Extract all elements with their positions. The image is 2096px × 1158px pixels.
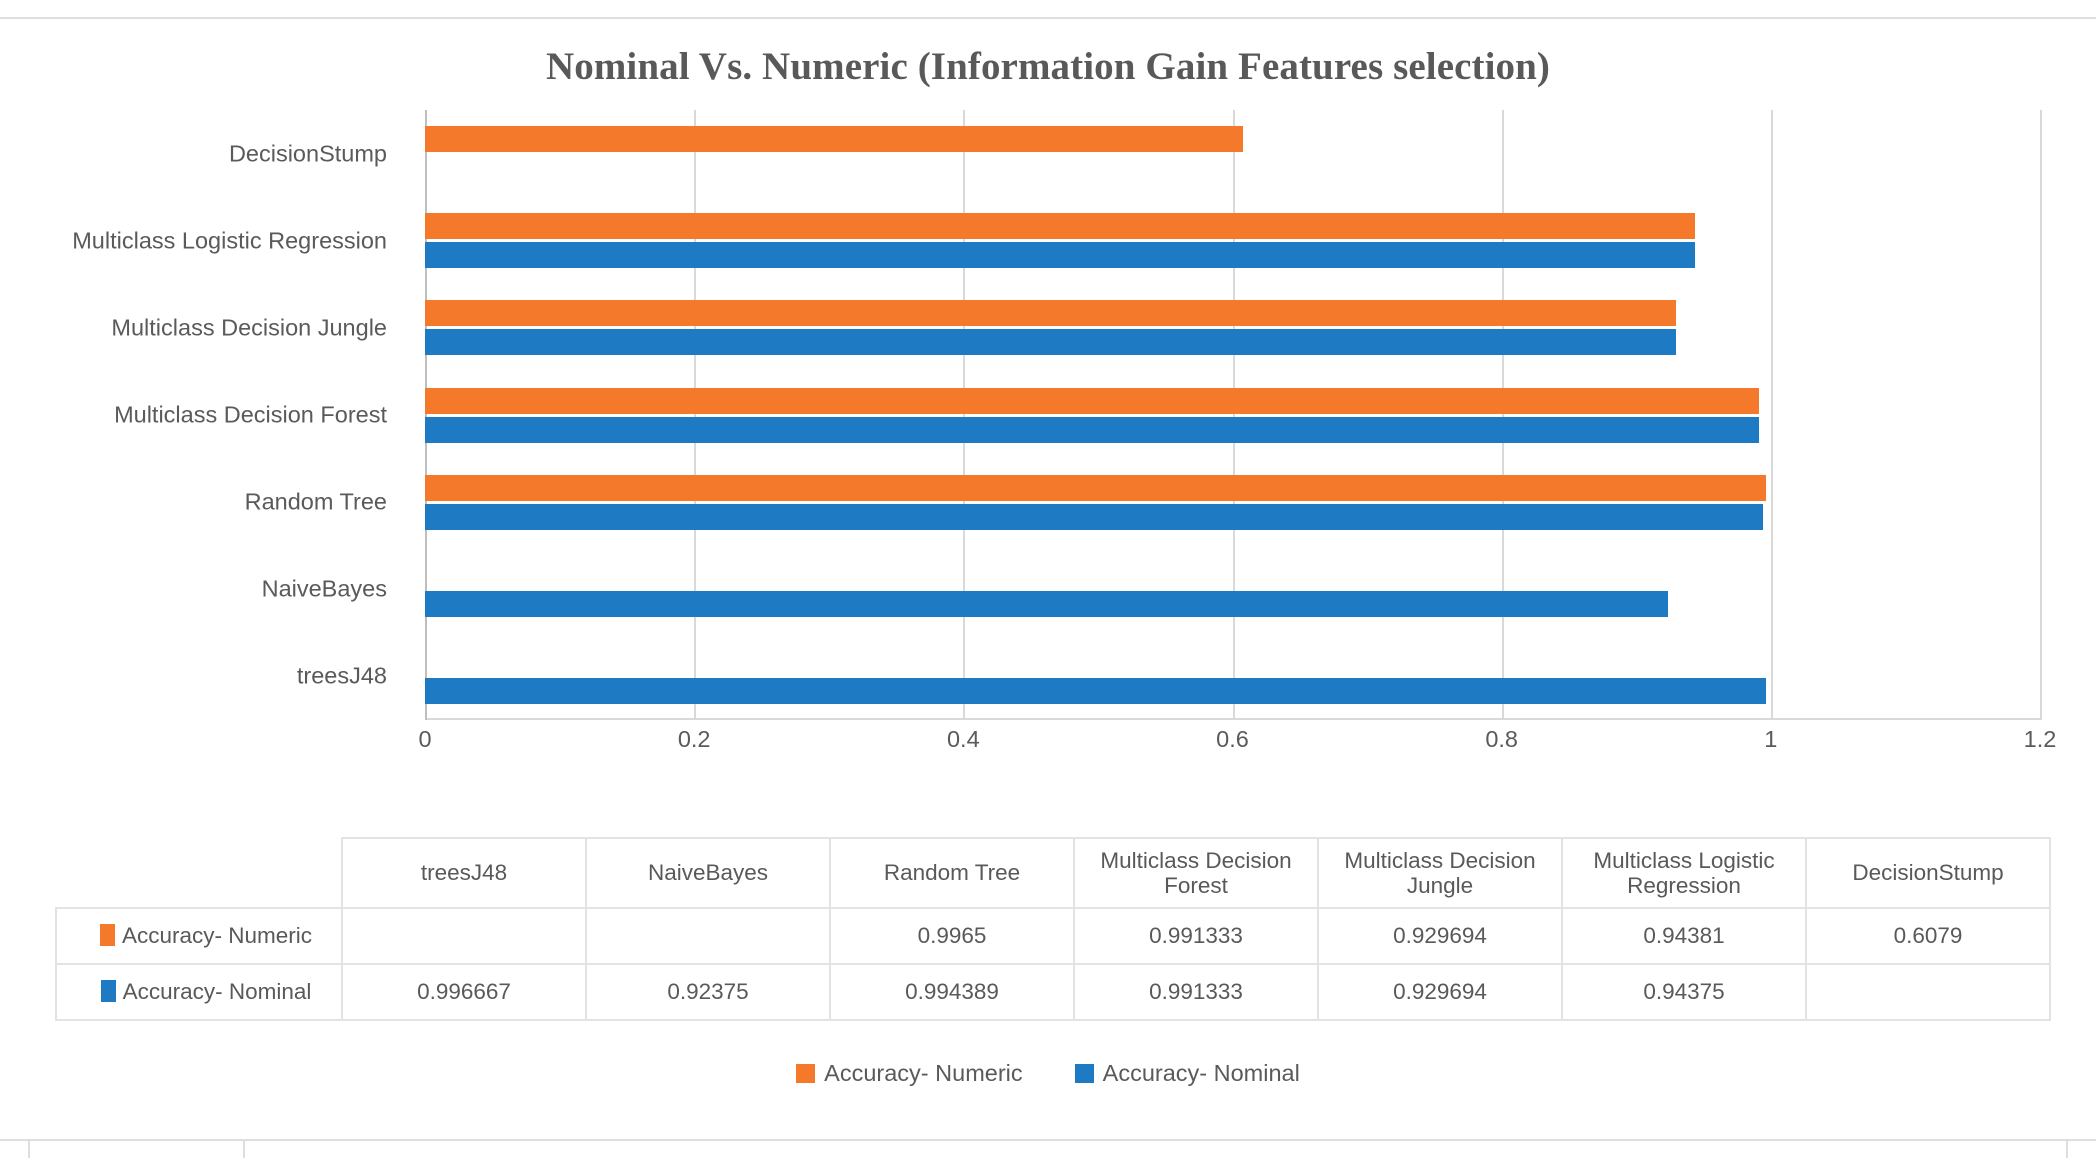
legend-label: Accuracy- Nominal [1102,1060,1300,1086]
table-cell-r0-c0 [341,907,587,965]
table-row: Accuracy- Numeric 0.9965 0.991333 0.929694 0… [55,907,2051,965]
gridline [963,110,966,720]
bar-nominal-1[interactable] [425,590,1669,617]
data-table: treesJ48 NaiveBayes Random Tree Multiclass … [55,837,2051,1021]
table-cell-r0-c5: 0.94381 [1561,907,1807,965]
bar-numeric-4[interactable] [425,300,1677,327]
category-label-4: Multiclass Decision Jungle [111,314,387,341]
gridline [694,110,697,720]
data-table-wrapper: treesJ48 NaiveBayes Random Tree Multiclass … [55,837,2051,1021]
x-tick-label-4: 0.8 [1485,726,1518,752]
table-column-header-1: NaiveBayes [585,837,831,909]
table-corner-cell [56,838,342,908]
value-axis-line [425,110,427,720]
x-tick-label-5: 1 [1764,726,1778,752]
table-row-header-1: Accuracy- Nominal [55,963,343,1021]
table-column-header-0: treesJ48 [341,837,587,909]
plot-area [425,110,2042,720]
value-axis-labels: 0 0.2 0.4 0.6 0.8 1 1.2 [418,726,2056,766]
bar-numeric-2[interactable] [425,474,1767,501]
table-row-label: Accuracy- Numeric [121,923,313,949]
legend-item-0[interactable]: Accuracy- Numeric [796,1060,1023,1087]
table-row: Accuracy- Nominal 0.996667 0.92375 0.994389… [55,963,2051,1021]
category-label-2: Random Tree [244,488,387,515]
x-tick-label-3: 0.6 [1216,726,1249,752]
table-cell-r0-c1 [585,907,831,965]
table-column-header-6: DecisionStump [1805,837,2051,909]
category-label-3: Multiclass Decision Forest [114,401,387,428]
x-tick-label-0: 0 [418,726,432,752]
table-cell-r1-c3: 0.991333 [1073,963,1319,1021]
x-tick-label-6: 1.2 [2023,726,2057,752]
table-column-header-2: Random Tree [829,837,1075,909]
table-cell-r1-c5: 0.94375 [1561,963,1807,1021]
bar-numeric-5[interactable] [425,213,1696,240]
table-column-header-5: Multiclass Logistic Regression [1561,837,1807,909]
table-cell-r0-c4: 0.929694 [1317,907,1563,965]
table-row-header-0: Accuracy- Numeric [55,907,343,965]
table-column-header-4: Multiclass Decision Jungle [1317,837,1563,909]
bar-nominal-3[interactable] [425,416,1760,443]
table-cell-r1-c4: 0.929694 [1317,963,1563,1021]
category-label-5: Multiclass Logistic Regression [72,227,387,254]
gridline [1501,110,1504,720]
bottom-tick-2 [243,1141,245,1158]
x-tick-label-2: 0.4 [946,726,980,752]
table-cell-r0-c2: 0.9965 [829,907,1075,965]
table-column-header-3: Multiclass Decision Forest [1073,837,1319,909]
chart-plot-wrapper: treesJ48 NaiveBayes Random Tree Multiclass … [0,110,2096,810]
category-axis-labels: treesJ48 NaiveBayes Random Tree Multiclass … [0,110,405,720]
bottom-tick-3 [2066,1141,2068,1158]
table-cell-r1-c0: 0.996667 [341,963,587,1021]
gridline [1232,110,1235,720]
chart-legend: Accuracy- Numeric Accuracy- Nominal [0,1060,2096,1087]
table-cell-r1-c6 [1805,963,2051,1021]
table-row-label: Accuracy- Nominal [122,979,312,1005]
bottom-tick-1 [28,1141,30,1158]
bar-nominal-2[interactable] [425,503,1764,530]
table-cell-r1-c2: 0.994389 [829,963,1075,1021]
bar-nominal-4[interactable] [425,329,1677,356]
x-tick-label-1: 0.2 [677,726,711,752]
series-swatch-icon [100,980,116,1003]
bar-nominal-5[interactable] [425,242,1696,269]
top-divider [0,17,2096,19]
gridline [1770,110,1773,720]
page-title: Nominal Vs. Numeric (Information Gain Fe… [545,45,1551,88]
bottom-divider [0,1139,2096,1141]
table-cell-r0-c6: 0.6079 [1805,907,2051,965]
table-cell-r1-c1: 0.92375 [585,963,831,1021]
category-label-1: NaiveBayes [261,575,387,602]
category-label-0: treesJ48 [296,662,387,689]
table-header-row: treesJ48 NaiveBayes Random Tree Multiclass … [56,837,2051,909]
category-label-6: DecisionStump [228,140,387,167]
series-swatch-icon [99,924,115,947]
table-cell-r0-c3: 0.991333 [1073,907,1319,965]
legend-label: Accuracy- Numeric [824,1060,1023,1086]
legend-swatch-icon [1074,1064,1094,1083]
bar-numeric-3[interactable] [425,387,1760,414]
legend-swatch-icon [796,1064,816,1083]
bar-numeric-6[interactable] [425,126,1244,153]
bar-nominal-0[interactable] [425,677,1767,704]
legend-item-1[interactable]: Accuracy- Nominal [1074,1060,1300,1087]
gridline [2040,110,2042,720]
